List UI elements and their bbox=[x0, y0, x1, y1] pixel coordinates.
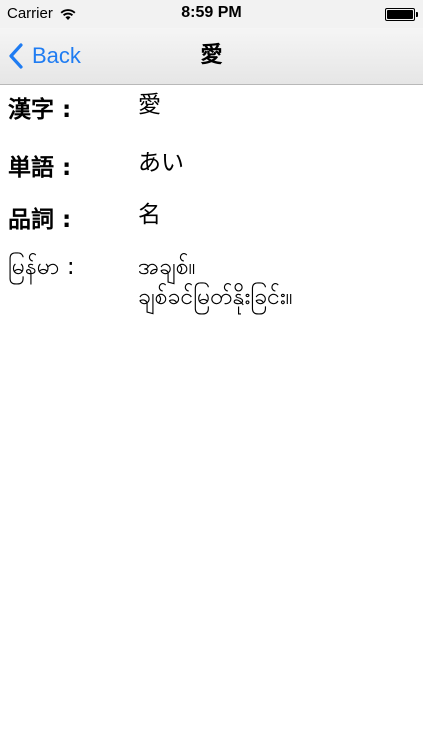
status-time: 8:59 PM bbox=[181, 4, 242, 21]
entry-label: 漢字 : bbox=[8, 97, 72, 123]
entry-value: အချစ်။ ချစ်ခင်မြတ်နိုးခြင်း။ bbox=[138, 254, 293, 310]
entry-value: 名 bbox=[138, 202, 161, 228]
entry-label: မြန်မာ : bbox=[8, 254, 75, 280]
entry-row-myanmar: မြန်မာ : အချစ်။ ချစ်ခင်မြတ်နိုးခြင်း။ bbox=[0, 252, 423, 312]
page-title: 愛 bbox=[200, 43, 223, 68]
battery-icon bbox=[385, 8, 418, 21]
entry-value: あい bbox=[138, 150, 184, 176]
entry-label: 単語 : bbox=[8, 155, 72, 181]
navigation-bar: Back 愛 bbox=[0, 28, 423, 85]
entry-detail: 漢字 : 愛 単語 : あい 品詞 : 名 မြန်မာ : အချစ်။ ချ… bbox=[0, 90, 423, 312]
entry-label: 品詞 : bbox=[8, 207, 72, 233]
battery-tip bbox=[416, 12, 418, 17]
entry-row-part-of-speech: 品詞 : 名 bbox=[0, 200, 423, 252]
battery-fill bbox=[387, 10, 413, 19]
entry-row-word: 単語 : あい bbox=[0, 148, 423, 200]
entry-value: 愛 bbox=[138, 92, 161, 118]
entry-row-kanji: 漢字 : 愛 bbox=[0, 90, 423, 148]
status-bar: Carrier 8:59 PM bbox=[0, 0, 423, 28]
